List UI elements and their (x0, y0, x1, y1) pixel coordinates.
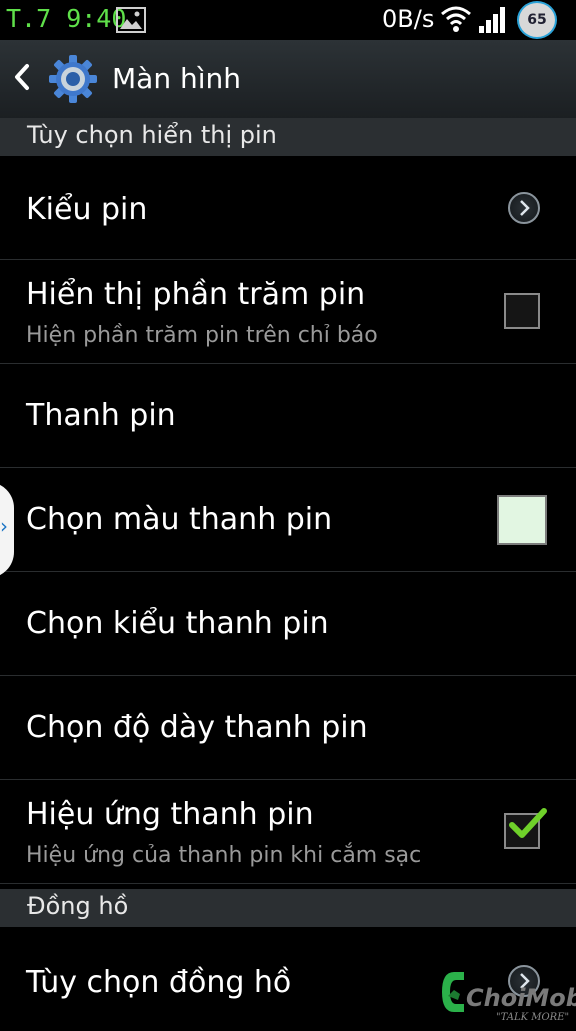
signal-icon (479, 7, 505, 33)
back-arrow-icon[interactable] (12, 62, 32, 92)
page-title: Màn hình (112, 62, 241, 95)
setting-item-summary: Hiện phần trăm pin trên chỉ báo (26, 323, 378, 348)
setting-item-battery-bar[interactable]: Thanh pin (0, 364, 576, 468)
setting-item-label: Chọn độ dày thanh pin (26, 710, 368, 745)
battery-effect-checkbox[interactable] (504, 808, 547, 849)
section-header-clock: Đồng hồ (0, 889, 576, 927)
battery-icon: 65 (517, 1, 557, 39)
choimobile-watermark-logo: ChoiMobile "TALK MORE" (442, 972, 576, 1023)
setting-item-label: Hiển thị phần trăm pin (26, 277, 366, 312)
setting-item-label: Thanh pin (26, 398, 176, 433)
setting-item-label: Chọn màu thanh pin (26, 502, 333, 537)
setting-item-battery-bar-color[interactable]: Chọn màu thanh pin (0, 468, 576, 572)
setting-item-label: Kiểu pin (26, 192, 148, 227)
setting-item-battery-style[interactable]: Kiểu pin (0, 156, 576, 260)
section-header-battery-display: Tùy chọn hiển thị pin (0, 118, 576, 156)
setting-item-label: Hiệu ứng thanh pin (26, 797, 314, 832)
battery-percent-checkbox[interactable] (504, 293, 540, 329)
setting-item-battery-bar-thickness[interactable]: Chọn độ dày thanh pin (0, 676, 576, 780)
checkmark-icon (509, 808, 547, 838)
status-time: T.7 9:40 (6, 4, 127, 33)
chevron-right-icon: › (0, 514, 8, 538)
watermark-slogan: "TALK MORE" (496, 1012, 569, 1023)
net-speed: 0B/s (382, 5, 435, 33)
color-swatch[interactable] (497, 495, 547, 545)
status-bar: T.7 9:40 0B/s 65 (0, 0, 576, 40)
wifi-icon (441, 6, 471, 32)
setting-item-show-battery-percent[interactable]: Hiển thị phần trăm pin Hiện phần trăm pi… (0, 260, 576, 364)
battery-level: 65 (527, 12, 547, 28)
gallery-icon (116, 7, 146, 33)
setting-item-summary: Hiệu ứng của thanh pin khi cắm sạc (26, 843, 422, 868)
setting-item-label: Chọn kiểu thanh pin (26, 606, 329, 641)
setting-item-battery-bar-effect[interactable]: Hiệu ứng thanh pin Hiệu ứng của thanh pi… (0, 780, 576, 884)
setting-item-battery-bar-style[interactable]: Chọn kiểu thanh pin (0, 572, 576, 676)
watermark-brand: ChoiMobile (466, 984, 576, 1012)
setting-item-label: Tùy chọn đồng hồ (26, 965, 292, 1000)
chevron-right-icon (508, 192, 540, 224)
settings-gear-icon[interactable] (48, 54, 98, 104)
action-bar: Màn hình (0, 40, 576, 119)
